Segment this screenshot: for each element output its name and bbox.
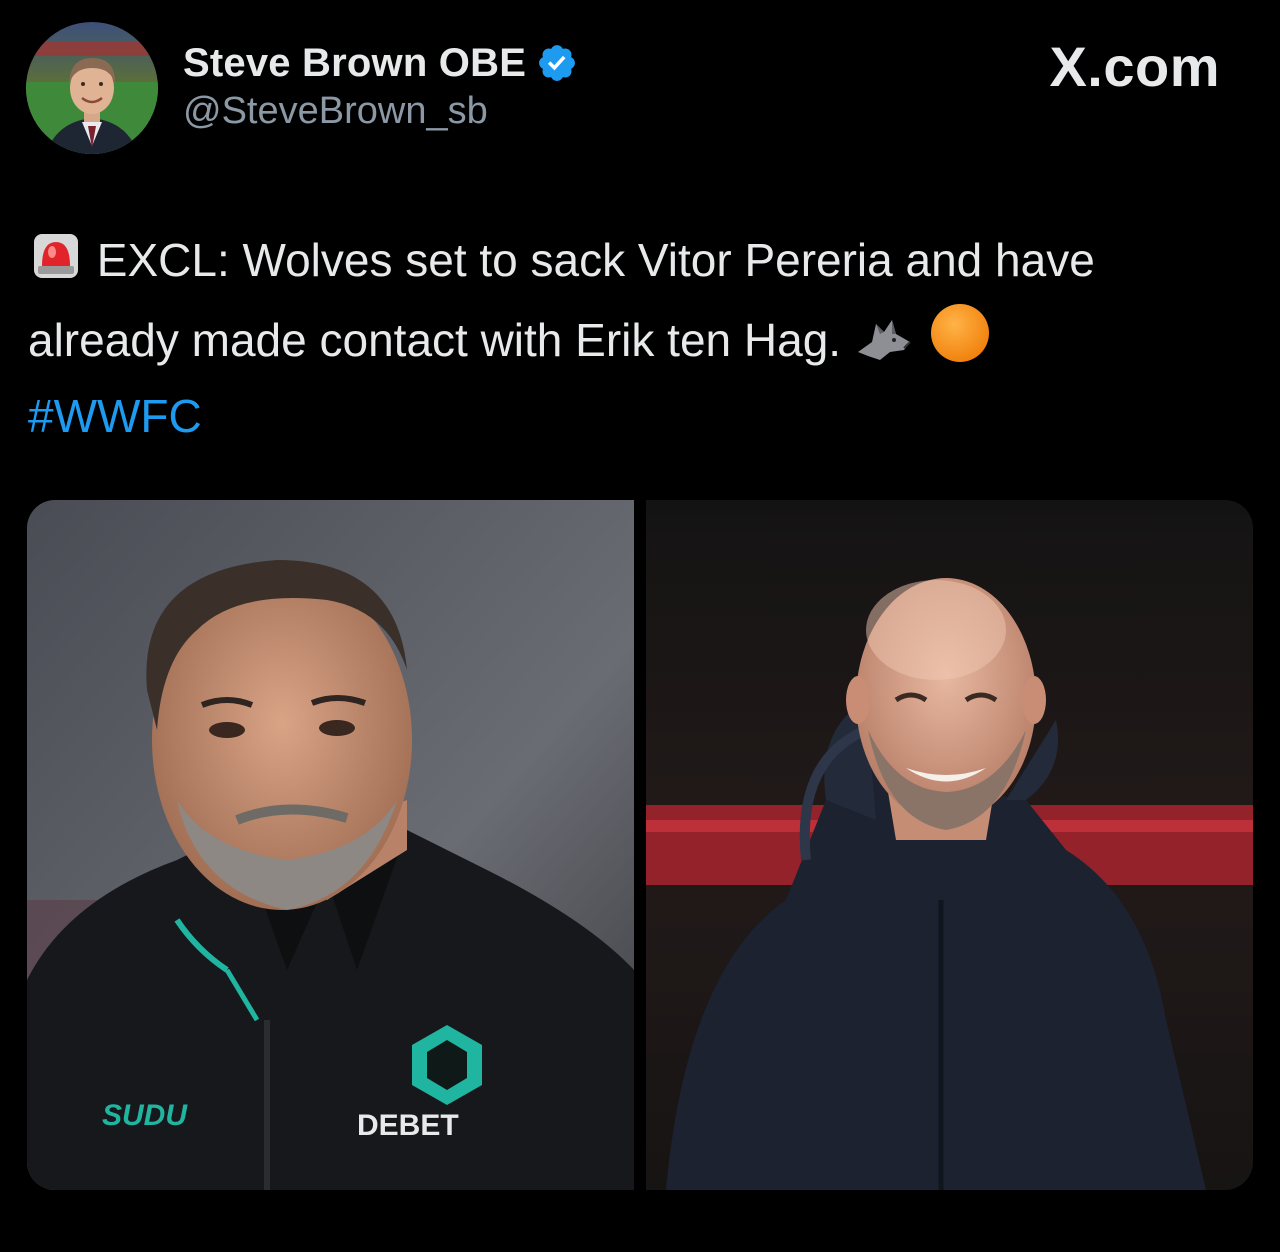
photo-left-image: SUDU DEBET [27,500,634,1190]
jacket-text-left: SUDU [102,1099,188,1132]
jacket-text-right: DEBET [357,1109,459,1142]
author-avatar[interactable] [26,22,158,154]
tweet-header: Steve Brown OBE @SteveBrown_sb X.com [26,22,1256,154]
photo-right[interactable] [646,500,1253,1190]
tweet-line-3: #WWFC [28,382,1238,450]
avatar-image [26,22,158,154]
hashtag-link[interactable]: #WWFC [28,390,202,442]
wolf-emoji-icon [854,312,916,382]
display-name-row: Steve Brown OBE [183,40,578,86]
tweet-text: EXCL: Wolves set to sack Vitor Pereria a… [28,226,1238,450]
tweet-line-1-text: EXCL: Wolves set to sack Vitor Pereria a… [96,234,1095,286]
siren-emoji-icon [28,228,84,302]
orange-circle-emoji-icon [929,302,991,382]
author-handle[interactable]: @SteveBrown_sb [183,90,578,133]
tweet-line-2-text: already made contact with Erik ten Hag. [28,314,842,366]
verified-badge-icon [539,45,576,81]
author-display-name[interactable]: Steve Brown OBE [183,41,526,86]
photo-left[interactable]: SUDU DEBET [27,500,634,1190]
x-brand-label: X.com [1049,35,1220,98]
tweet-line-2: already made contact with Erik ten Hag. [28,302,1238,382]
tweet-media[interactable]: SUDU DEBET [27,500,1253,1190]
author-info: Steve Brown OBE @SteveBrown_sb [183,40,578,133]
tweet-line-1: EXCL: Wolves set to sack Vitor Pereria a… [28,226,1238,302]
photo-right-image [646,500,1253,1190]
